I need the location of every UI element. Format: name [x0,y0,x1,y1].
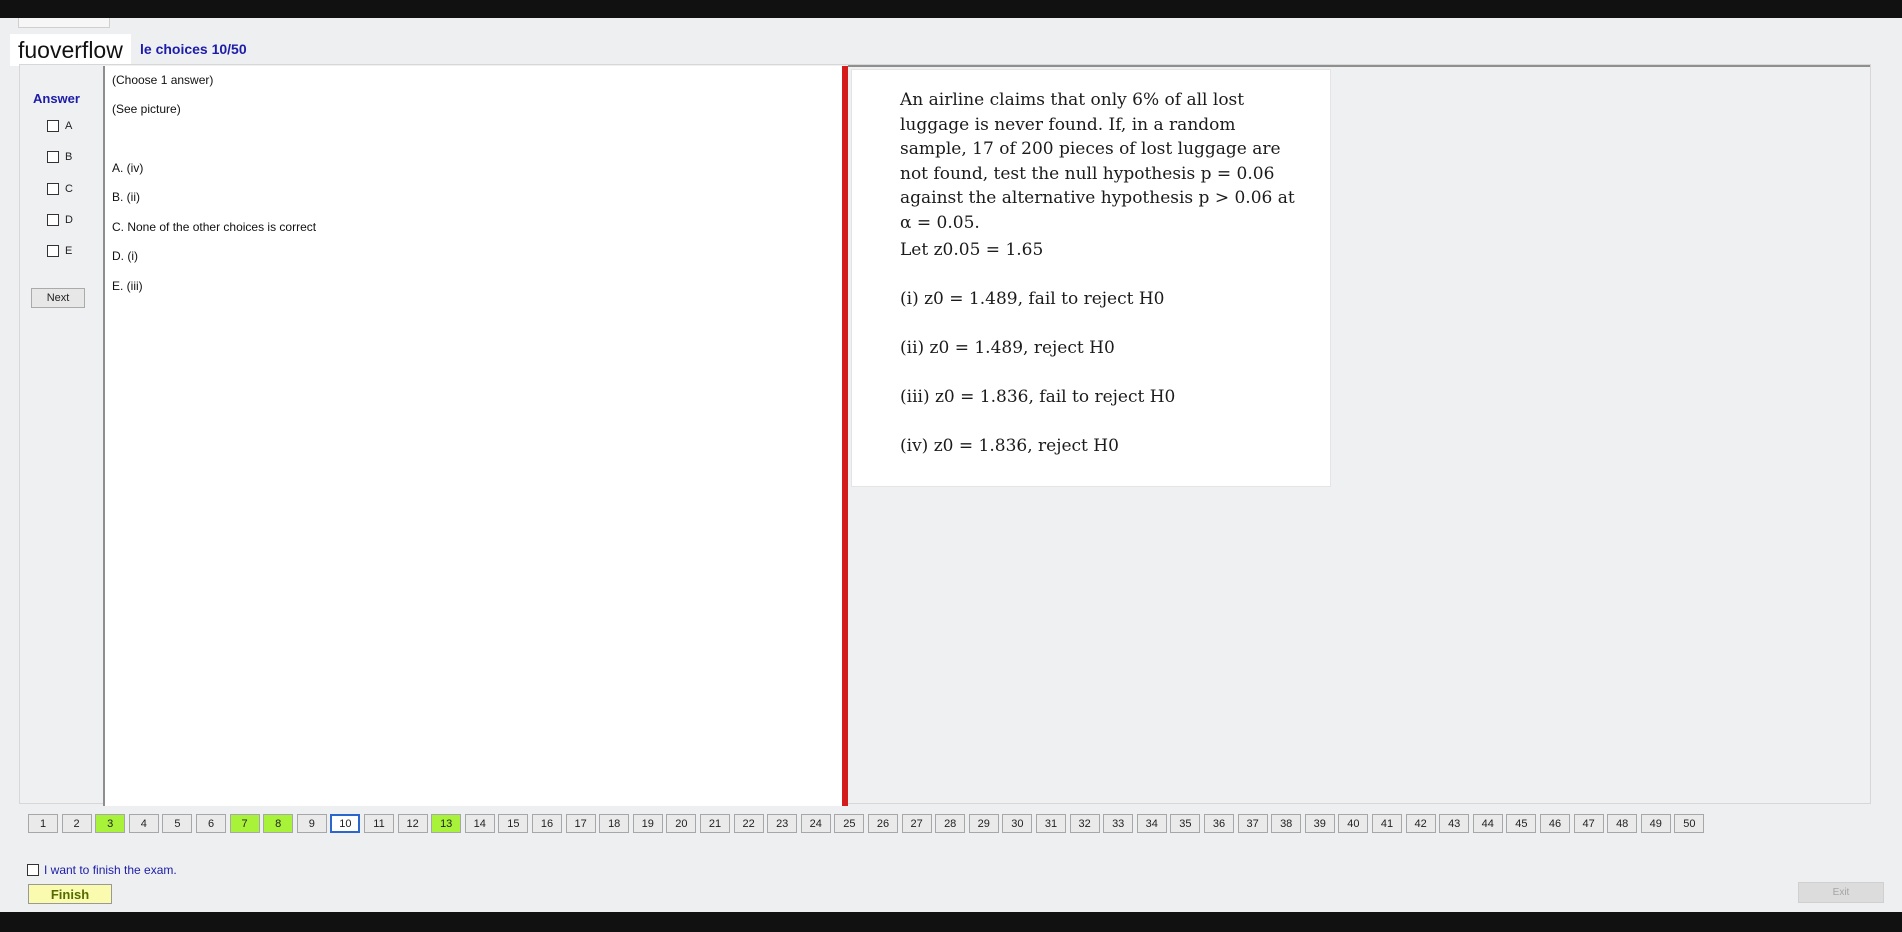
bottom-black-bar [0,912,1902,932]
prompt-text: (See picture) [112,102,181,116]
answer-option-b[interactable]: B [47,149,72,165]
checkbox-icon[interactable] [47,120,59,132]
choice-e: E. (iii) [112,279,143,293]
question-nav-button-21[interactable]: 21 [700,814,730,833]
answer-option-label: A [65,120,73,132]
question-nav-button-3[interactable]: 3 [95,814,126,833]
answer-option-label: C [65,183,73,195]
question-nav-button-50[interactable]: 50 [1674,814,1705,833]
question-nav-button-12[interactable]: 12 [397,814,428,833]
option-iv: (iv) z0 = 1.836, reject H0 [900,436,1119,456]
question-nav-button-16[interactable]: 16 [532,814,562,833]
question-title: le choices 10/50 [140,41,247,57]
question-nav-button-30[interactable]: 30 [1002,814,1033,833]
question-nav-button-25[interactable]: 25 [834,814,865,833]
answer-panel: Answer A B C D E Next [19,66,103,801]
question-nav-button-19[interactable]: 19 [632,814,663,833]
option-ii: (ii) z0 = 1.489, reject H0 [900,338,1115,358]
question-nav-button-5[interactable]: 5 [162,814,193,833]
brand-logo: fuoverflow [10,34,131,66]
answer-option-label: D [65,214,73,226]
question-nav-button-14[interactable]: 14 [464,814,495,833]
question-nav-button-20[interactable]: 20 [666,814,697,833]
question-nav-button-39[interactable]: 39 [1304,814,1335,833]
finish-exam-checkbox[interactable]: I want to finish the exam. [27,863,177,877]
finish-exam-label: I want to finish the exam. [44,863,177,877]
question-nav-button-38[interactable]: 38 [1271,814,1302,833]
question-nav-button-29[interactable]: 29 [968,814,999,833]
question-nav-button-15[interactable]: 15 [498,814,529,833]
answer-option-label: B [65,151,73,163]
checkbox-icon[interactable] [47,183,59,195]
question-nav-button-31[interactable]: 31 [1036,814,1066,833]
choice-d: D. (i) [112,249,138,263]
question-nav-button-6[interactable]: 6 [196,814,226,833]
question-nav-button-35[interactable]: 35 [1170,814,1201,833]
question-nav-button-36[interactable]: 36 [1204,814,1234,833]
question-nav-button-33[interactable]: 33 [1103,814,1134,833]
question-nav-button-27[interactable]: 27 [901,814,932,833]
choice-c: C. None of the other choices is correct [112,220,317,234]
question-nav-button-40[interactable]: 40 [1338,814,1369,833]
problem-paragraph: An airline claims that only 6% of all lo… [900,90,1295,233]
question-nav-button-42[interactable]: 42 [1405,814,1436,833]
question-nav-button-18[interactable]: 18 [599,814,630,833]
question-nav-button-37[interactable]: 37 [1237,814,1268,833]
checkbox-icon[interactable] [47,245,59,257]
question-nav-button-4[interactable]: 4 [128,814,159,833]
finish-button[interactable]: Finish [28,884,112,904]
splitter-handle[interactable] [842,66,848,806]
instruction-text: (Choose 1 answer) [112,73,214,87]
answer-option-label: E [65,245,73,257]
question-nav-button-13[interactable]: 13 [431,814,462,833]
top-black-bar [0,0,1902,18]
checkbox-icon[interactable] [47,214,59,226]
option-iii: (iii) z0 = 1.836, fail to reject H0 [900,387,1176,407]
exam-window: fuoverflow le choices 10/50 Answer A B C… [0,18,1902,912]
question-nav-button-48[interactable]: 48 [1607,814,1638,833]
question-nav-button-47[interactable]: 47 [1573,814,1604,833]
answer-title: Answer [33,91,80,106]
answer-option-a[interactable]: A [47,118,72,134]
answer-option-e[interactable]: E [47,243,72,259]
answer-option-d[interactable]: D [47,212,73,228]
question-nav-button-1[interactable]: 1 [28,814,58,833]
question-nav-button-11[interactable]: 11 [364,814,394,833]
question-nav-button-22[interactable]: 22 [733,814,764,833]
question-nav-button-8[interactable]: 8 [263,814,294,833]
question-nav-button-2[interactable]: 2 [61,814,92,833]
question-nav-button-28[interactable]: 28 [935,814,966,833]
question-nav-button-49[interactable]: 49 [1640,814,1671,833]
question-nav-button-7[interactable]: 7 [229,814,260,833]
question-nav-button-41[interactable]: 41 [1372,814,1402,833]
z-critical-line: Let z0.05 = 1.65 [900,240,1044,260]
question-nav-button-43[interactable]: 43 [1439,814,1470,833]
image-area-top-border [848,65,1870,67]
question-nav-button-34[interactable]: 34 [1136,814,1167,833]
question-nav-button-32[interactable]: 32 [1069,814,1100,833]
choice-a: A. (iv) [112,161,144,175]
question-nav-button-9[interactable]: 9 [296,814,327,833]
question-text-pane: (Choose 1 answer) (See picture) A. (iv) … [103,66,843,806]
question-nav-button-44[interactable]: 44 [1472,814,1503,833]
window-tab [18,18,110,28]
answer-option-c[interactable]: C [47,181,73,197]
question-nav-button-46[interactable]: 46 [1540,814,1570,833]
checkbox-icon[interactable] [27,864,39,876]
next-button[interactable]: Next [31,288,85,308]
question-nav-button-10[interactable]: 10 [330,814,361,833]
exit-button[interactable]: Exit [1798,882,1884,903]
option-i: (i) z0 = 1.489, fail to reject H0 [900,289,1165,309]
question-nav-button-23[interactable]: 23 [767,814,798,833]
checkbox-icon[interactable] [47,151,59,163]
question-nav-button-45[interactable]: 45 [1506,814,1537,833]
choice-b: B. (ii) [112,190,140,204]
question-nav-button-24[interactable]: 24 [800,814,831,833]
question-nav-button-17[interactable]: 17 [565,814,596,833]
problem-image: An airline claims that only 6% of all lo… [851,69,1331,487]
question-nav-button-26[interactable]: 26 [868,814,898,833]
